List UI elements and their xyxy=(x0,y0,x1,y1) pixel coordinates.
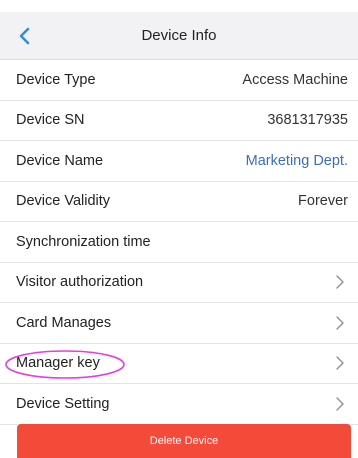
chevron-right-icon xyxy=(336,356,344,370)
row-label: Device Setting xyxy=(16,395,110,412)
row-device-validity: Device Validity Forever xyxy=(0,181,358,222)
row-label: Visitor authorization xyxy=(16,274,144,291)
row-label: Device Name xyxy=(16,152,104,169)
device-validity-value: Forever xyxy=(298,193,348,210)
row-device-sn: Device SN 3681317935 xyxy=(0,100,358,141)
delete-device-button[interactable]: Delete Device xyxy=(17,424,351,458)
navigation-bar: Device Info xyxy=(0,12,358,60)
row-label: Device Type xyxy=(16,71,96,88)
row-label: Manager key xyxy=(16,355,100,372)
row-card-manages[interactable]: Card Manages xyxy=(0,303,358,344)
row-label: Device Validity xyxy=(16,193,111,210)
row-visitor-authorization[interactable]: Visitor authorization xyxy=(0,262,358,303)
device-sn-value: 3681317935 xyxy=(267,112,348,129)
chevron-left-icon xyxy=(19,27,30,45)
row-synchronization-time[interactable]: Synchronization time xyxy=(0,222,358,263)
row-label: Card Manages xyxy=(16,314,112,331)
row-manager-key[interactable]: Manager key xyxy=(0,343,358,384)
device-info-list: Device Type Access Machine Device SN 368… xyxy=(0,60,358,425)
chevron-right-icon xyxy=(336,316,344,330)
chevron-right-icon xyxy=(336,397,344,411)
page-title: Device Info xyxy=(141,27,217,44)
row-label: Synchronization time xyxy=(16,233,151,250)
chevron-right-icon xyxy=(336,275,344,289)
row-device-type: Device Type Access Machine xyxy=(0,60,358,101)
back-button[interactable] xyxy=(8,20,42,52)
row-device-name[interactable]: Device Name Marketing Dept. xyxy=(0,141,358,182)
row-label: Device SN xyxy=(16,112,85,129)
row-device-setting[interactable]: Device Setting xyxy=(0,384,358,425)
device-type-value: Access Machine xyxy=(242,71,348,88)
device-name-link[interactable]: Marketing Dept. xyxy=(246,153,348,169)
status-bar-area xyxy=(0,0,358,12)
